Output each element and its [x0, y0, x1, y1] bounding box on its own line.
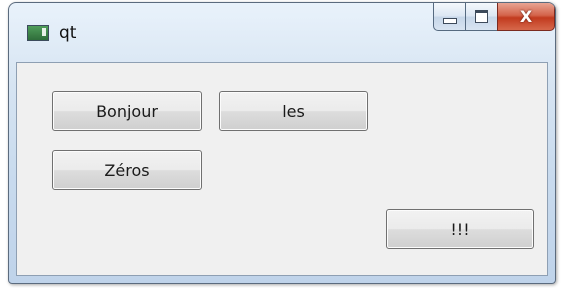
maximize-button[interactable] [465, 3, 497, 31]
close-button[interactable]: X [497, 3, 555, 31]
bonjour-button[interactable]: Bonjour [52, 91, 202, 131]
window-title: qt [59, 23, 77, 43]
title-bar[interactable]: qt X [9, 3, 555, 55]
qt-window: qt X Bonjour les Zéros !!! [8, 2, 556, 284]
close-icon: X [519, 6, 533, 26]
zeros-button[interactable]: Zéros [52, 150, 202, 190]
exclaim-button[interactable]: !!! [386, 209, 534, 249]
maximize-icon [475, 10, 488, 23]
les-button[interactable]: les [219, 91, 368, 131]
minimize-icon [442, 17, 457, 24]
window-client-area: Bonjour les Zéros !!! [16, 62, 548, 276]
caption-buttons: X [433, 3, 555, 31]
minimize-button[interactable] [433, 3, 465, 31]
app-window-icon[interactable] [27, 25, 49, 41]
